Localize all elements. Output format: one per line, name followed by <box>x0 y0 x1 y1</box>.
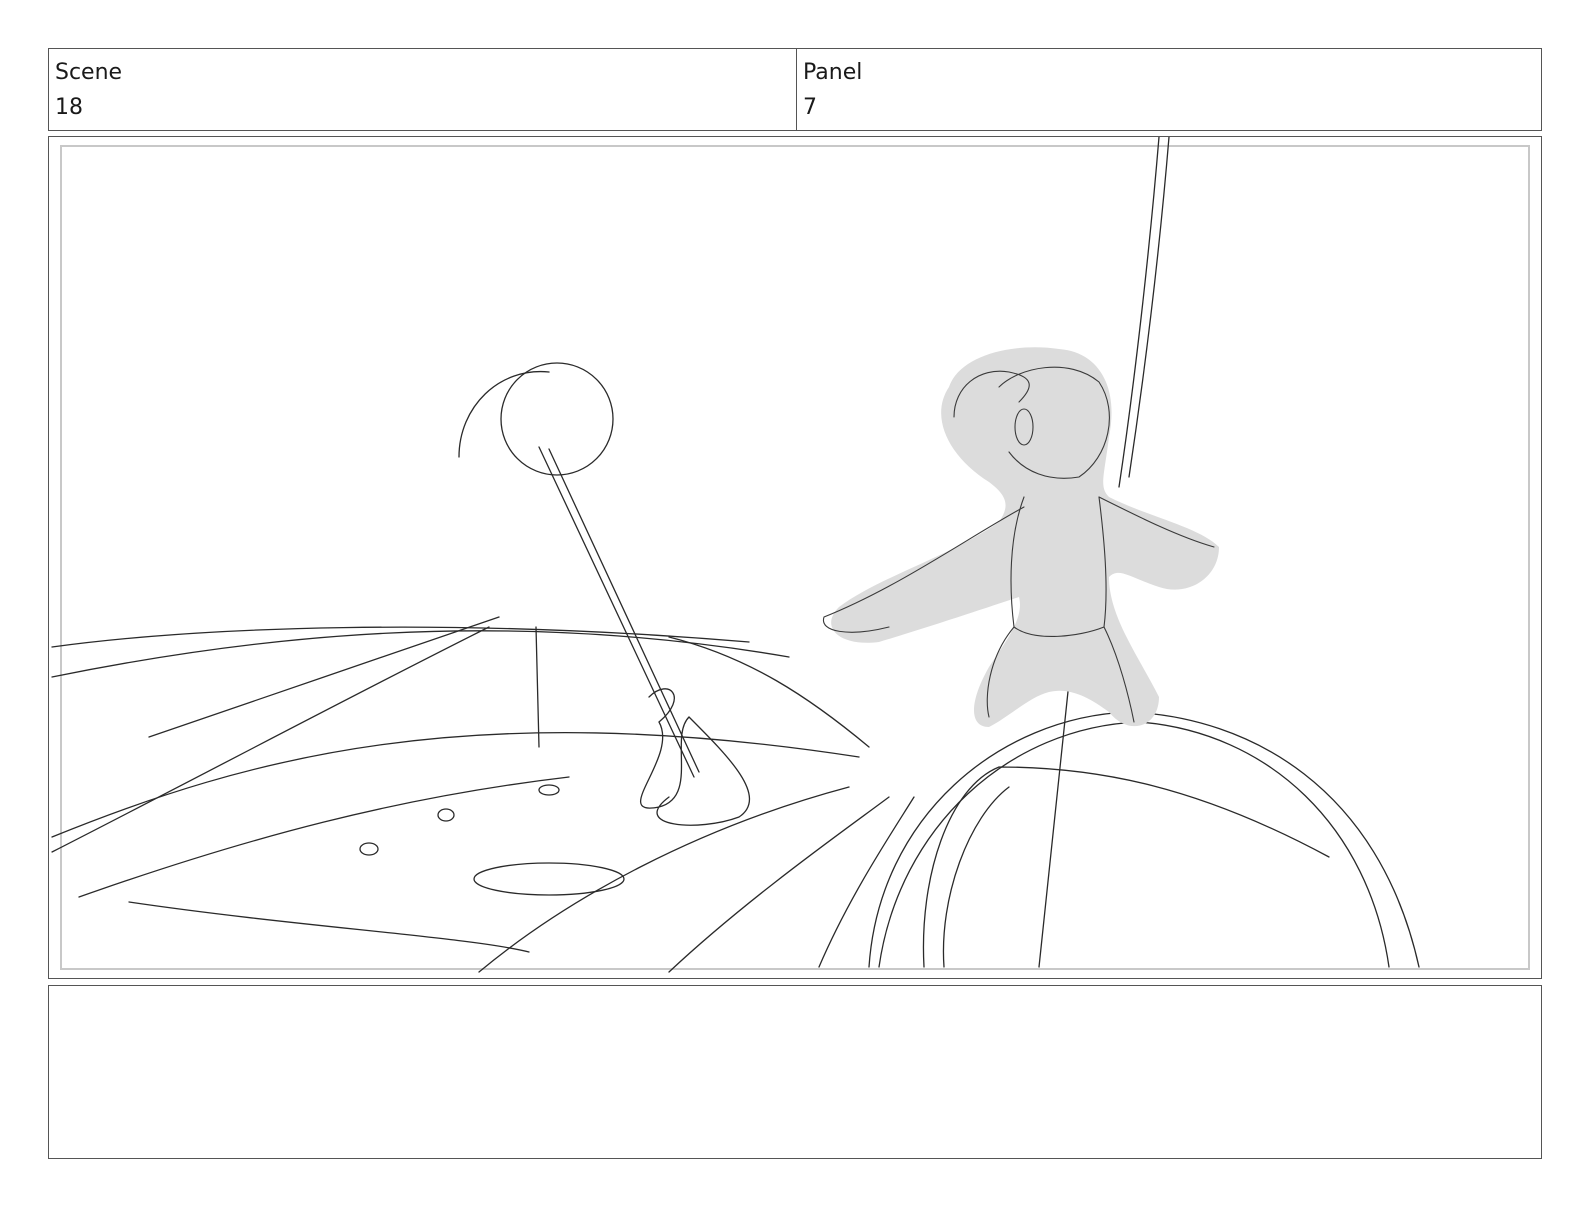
ground-line <box>478 786 850 973</box>
crater <box>437 808 455 822</box>
planet-outline <box>818 796 915 968</box>
crater <box>359 842 379 856</box>
panel-cell: Panel 7 <box>797 49 1541 130</box>
ground-line <box>78 776 570 898</box>
sign-circle <box>500 362 614 476</box>
crater <box>473 862 625 896</box>
planet-outline <box>878 721 1390 968</box>
pole-line <box>535 626 540 748</box>
ground-line <box>51 626 750 648</box>
storyboard-frame <box>48 136 1542 979</box>
antenna-line <box>1118 137 1160 488</box>
ground-line <box>128 901 530 953</box>
sign-post <box>538 446 695 778</box>
scene-cell: Scene 18 <box>49 49 797 130</box>
ground-line <box>148 616 500 738</box>
planet-outline <box>922 766 1330 968</box>
crater <box>538 784 560 796</box>
planet-outline <box>1038 681 1070 968</box>
character-figure <box>822 347 1219 727</box>
scene-number: 18 <box>55 95 83 120</box>
character-fill <box>831 347 1219 727</box>
planet-outline <box>868 711 1420 968</box>
antenna-line <box>1128 137 1170 478</box>
ground-line <box>668 796 890 973</box>
scene-label: Scene <box>55 60 123 85</box>
ground-line <box>51 731 860 838</box>
ground-line <box>51 630 790 678</box>
panel-label: Panel <box>803 60 863 85</box>
panel-header: Scene 18 Panel 7 <box>48 48 1542 131</box>
sign-circle <box>458 370 550 458</box>
sign-post <box>548 448 700 773</box>
panel-number: 7 <box>803 95 817 120</box>
cloth-sketch <box>639 688 751 826</box>
panel-notes-box[interactable] <box>48 985 1542 1159</box>
sketch-drawing <box>51 137 1420 973</box>
